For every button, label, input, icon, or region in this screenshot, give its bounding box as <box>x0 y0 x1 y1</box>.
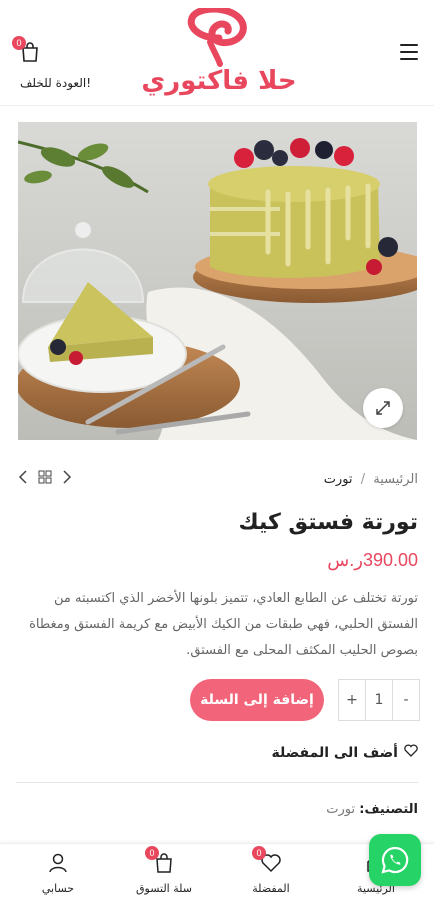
logo[interactable]: حلا فاكتوري <box>130 8 308 98</box>
menu-icon[interactable] <box>400 44 418 60</box>
product-title: تورتة فستق كيك <box>238 510 418 535</box>
cart-icon[interactable]: 0 <box>12 36 42 64</box>
category-label: التصنيف: <box>359 802 418 817</box>
product-category: التصنيف: تورت <box>326 802 418 817</box>
heart-icon: 0 <box>252 846 282 874</box>
nav-account-label: حسابي <box>41 882 75 895</box>
zoom-icon <box>376 401 390 415</box>
product-description: تورتة تختلف عن الطابع العادي، تتميز بلون… <box>29 591 418 658</box>
chevron-left-icon[interactable] <box>18 470 28 484</box>
quantity-stepper: + 1 - <box>338 679 420 721</box>
chevron-right-icon[interactable] <box>62 470 72 484</box>
product-image[interactable] <box>18 122 417 440</box>
logo-swirl <box>187 8 247 67</box>
add-to-wishlist-link[interactable]: أضف الى المفضلة <box>272 744 419 761</box>
nav-account[interactable]: حسابي <box>18 852 98 895</box>
quantity-minus-button[interactable]: - <box>393 692 419 708</box>
product-photo <box>18 122 417 440</box>
nav-cart[interactable]: 0 سلة التسوق <box>124 846 204 895</box>
product-price: 390.00ر.س <box>327 550 418 570</box>
divider <box>16 782 418 783</box>
product-navigation <box>18 470 72 484</box>
breadcrumb-current[interactable]: تورت <box>324 472 353 487</box>
wishlist-count-badge: 0 <box>252 846 266 860</box>
wishlist-label: أضف الى المفضلة <box>271 744 399 761</box>
heart-icon <box>404 744 418 761</box>
category-link[interactable]: تورت <box>326 802 355 817</box>
quantity-input[interactable]: 1 <box>365 680 393 720</box>
grid-icon[interactable] <box>38 470 52 484</box>
breadcrumb: الرئيسية / تورت <box>324 472 418 487</box>
nav-wishlist[interactable]: 0 المفضلة <box>231 846 311 895</box>
quantity-plus-button[interactable]: + <box>339 692 365 708</box>
nav-cart-label: سلة التسوق <box>135 882 192 895</box>
zoom-button[interactable] <box>363 388 403 428</box>
whatsapp-icon <box>381 846 409 874</box>
cart-count-badge: 0 <box>12 36 26 50</box>
logo-text: حلا فاكتوري <box>141 66 297 96</box>
nav-wishlist-label: المفضلة <box>252 882 290 895</box>
site-header: حلا فاكتوري 0 العودة للخلف! <box>0 0 434 106</box>
add-to-cart-button[interactable]: إضافة إلى السلة <box>190 679 324 721</box>
breadcrumb-home[interactable]: الرئيسية <box>373 472 418 487</box>
user-icon <box>47 852 69 874</box>
cart-count-badge: 0 <box>145 846 159 860</box>
whatsapp-button[interactable] <box>369 834 421 886</box>
back-link[interactable]: العودة للخلف! <box>20 76 91 90</box>
cart-icon: 0 <box>145 846 175 874</box>
breadcrumb-separator: / <box>360 472 366 487</box>
